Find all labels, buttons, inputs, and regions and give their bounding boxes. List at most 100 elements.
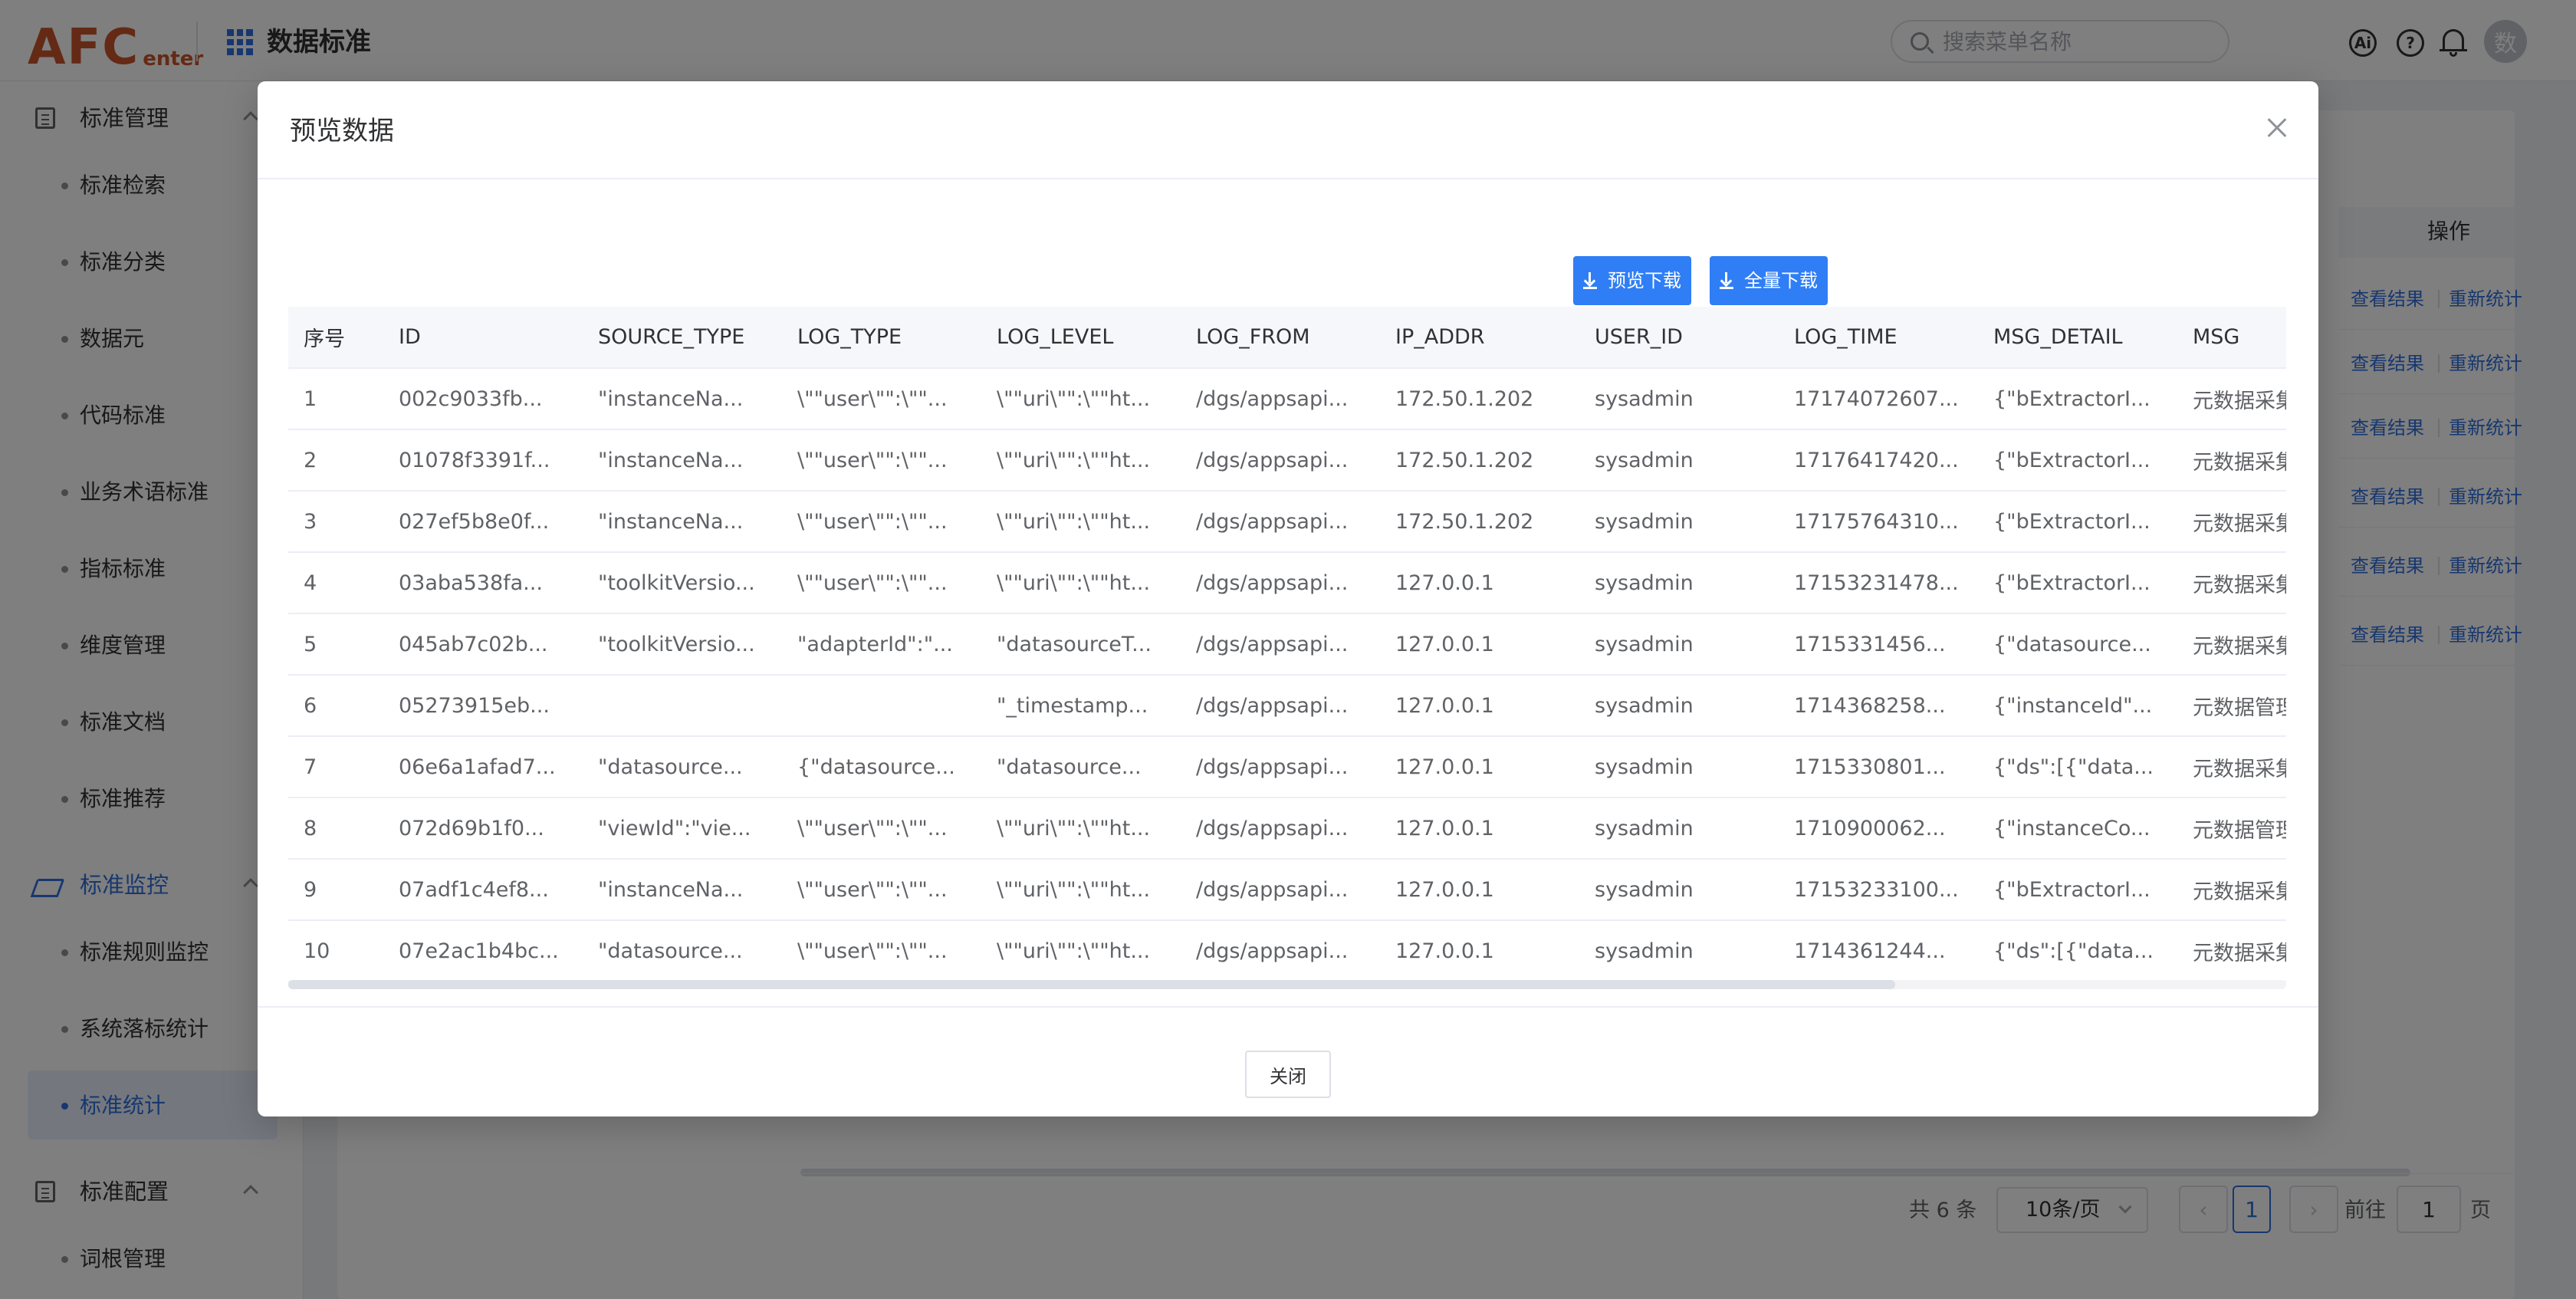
scrollbar-thumb[interactable] (288, 980, 1895, 989)
table-row[interactable]: 2 01078f3391f... "instanceNa... \""user\"":… (288, 429, 2286, 492)
table-cell: 4 (288, 552, 383, 614)
full-download-button[interactable]: 全量下载 (1710, 256, 1828, 305)
download-icon (1583, 272, 1597, 289)
table-cell: {"datasource... (782, 736, 981, 798)
full-download-label: 全量下载 (1744, 270, 1818, 291)
table-cell: /dgs/appsapi... (1181, 429, 1380, 492)
download-icon (1720, 272, 1733, 289)
preview-download-label: 预览下载 (1608, 270, 1681, 291)
table-cell: sysadmin (1579, 613, 1779, 676)
table-cell: /dgs/appsapi... (1181, 613, 1380, 676)
table-cell: /dgs/appsapi... (1181, 368, 1380, 430)
table-cell: /dgs/appsapi... (1181, 859, 1380, 921)
table-cell: \""uri\"":\""ht... (981, 368, 1181, 430)
table-cell: 7 (288, 736, 383, 798)
table-cell: sysadmin (1579, 429, 1779, 492)
table-cell: 1714361244... (1779, 920, 1978, 982)
table-cell: sysadmin (1579, 491, 1779, 553)
table-row[interactable]: 5 045ab7c02b... "toolkitVersio... "adapterI… (288, 613, 2286, 676)
table-cell: 17153231478... (1779, 552, 1978, 614)
table-cell: {"ds":[{"data... (1978, 736, 2177, 798)
table-row[interactable]: 3 027ef5b8e0f... "instanceNa... \""user\"":… (288, 491, 2286, 553)
table-cell (583, 675, 782, 737)
table-cell: sysadmin (1579, 859, 1779, 921)
table-row[interactable]: 10 07e2ac1b4bc... "datasource... \""user\""… (288, 920, 2286, 982)
preview-table: 序号 ID SOURCE_TYPE LOG_TYPE LOG_LEVEL LOG_FROM… (288, 307, 2286, 982)
table-cell: 127.0.0.1 (1380, 613, 1579, 676)
table-cell: {"bExtractorI... (1978, 429, 2177, 492)
table-cell: sysadmin (1579, 368, 1779, 430)
table-cell: 元数据采集 (2177, 491, 2286, 553)
preview-table-container[interactable]: 序号 ID SOURCE_TYPE LOG_TYPE LOG_LEVEL LOG_FROM… (288, 307, 2286, 988)
table-cell: 5 (288, 613, 383, 676)
table-cell: 172.50.1.202 (1380, 429, 1579, 492)
dialog-header: 预览数据 (258, 81, 2318, 179)
table-cell: /dgs/appsapi... (1181, 797, 1380, 860)
column-header: LOG_TYPE (782, 307, 981, 369)
table-cell: 127.0.0.1 (1380, 552, 1579, 614)
table-cell: 127.0.0.1 (1380, 736, 1579, 798)
close-button[interactable]: 关闭 (1245, 1051, 1331, 1098)
table-cell: "datasource... (583, 920, 782, 982)
close-icon[interactable] (2259, 109, 2297, 147)
table-cell: \""user\"":\""... (782, 491, 981, 553)
table-cell: 元数据管理 (2177, 675, 2286, 737)
table-cell: "instanceNa... (583, 859, 782, 921)
table-cell: 1 (288, 368, 383, 430)
table-cell: 17153233100... (1779, 859, 1978, 921)
table-row[interactable]: 7 06e6a1afad7... "datasource... {"datasourc… (288, 736, 2286, 798)
table-row[interactable]: 4 03aba538fa... "toolkitVersio... \""user\"… (288, 552, 2286, 614)
table-cell: 1715331456... (1779, 613, 1978, 676)
table-cell: 元数据采集 (2177, 920, 2286, 982)
table-cell: 01078f3391f... (383, 429, 583, 492)
dialog-title: 预览数据 (290, 116, 394, 146)
table-body: 1 002c9033fb... "instanceNa... \""user\"":\… (288, 368, 2286, 982)
preview-data-dialog: 预览数据 预览下载 全量下载 序号 ID SOURCE_TYPE LOG_TYPE LO… (258, 81, 2318, 1116)
table-cell: "viewId":"vie... (583, 797, 782, 860)
table-cell: 17175764310... (1779, 491, 1978, 553)
table-cell: 06e6a1afad7... (383, 736, 583, 798)
column-header: MSG_DETAIL (1978, 307, 2177, 369)
table-row[interactable]: 9 07adf1c4ef8... "instanceNa... \""user\"":… (288, 859, 2286, 921)
table-cell: {"bExtractorI... (1978, 491, 2177, 553)
column-header: LOG_FROM (1181, 307, 1380, 369)
preview-download-button[interactable]: 预览下载 (1573, 256, 1691, 305)
table-cell: {"instanceCo... (1978, 797, 2177, 860)
table-cell: 元数据采集 (2177, 429, 2286, 492)
table-cell: 05273915eb... (383, 675, 583, 737)
column-header: USER_ID (1579, 307, 1779, 369)
table-cell: 元数据采集 (2177, 368, 2286, 430)
table-cell: /dgs/appsapi... (1181, 736, 1380, 798)
table-cell: 6 (288, 675, 383, 737)
table-cell: 元数据采集 (2177, 552, 2286, 614)
table-cell: \""uri\"":\""ht... (981, 552, 1181, 614)
column-header: LOG_TIME (1779, 307, 1978, 369)
column-header: LOG_LEVEL (981, 307, 1181, 369)
table-cell: \""user\"":\""... (782, 920, 981, 982)
column-header: ID (383, 307, 583, 369)
table-cell: {"instanceId"... (1978, 675, 2177, 737)
table-cell: 3 (288, 491, 383, 553)
table-cell: 127.0.0.1 (1380, 859, 1579, 921)
table-cell: \""uri\"":\""ht... (981, 491, 1181, 553)
table-horizontal-scrollbar[interactable] (288, 980, 2286, 989)
table-cell: 1715330801... (1779, 736, 1978, 798)
table-header-row: 序号 ID SOURCE_TYPE LOG_TYPE LOG_LEVEL LOG_FROM… (288, 307, 2286, 369)
table-cell: 元数据管理 (2177, 797, 2286, 860)
table-cell: "datasource... (981, 736, 1181, 798)
table-cell: sysadmin (1579, 552, 1779, 614)
table-row[interactable]: 8 072d69b1f0... "viewId":"vie... \""user\""… (288, 797, 2286, 860)
table-cell: "datasource... (583, 736, 782, 798)
table-row[interactable]: 6 05273915eb... "_timestamp.../dgs/appsapi… (288, 675, 2286, 737)
table-cell: 1714368258... (1779, 675, 1978, 737)
table-cell (782, 675, 981, 737)
table-cell: 17176417420... (1779, 429, 1978, 492)
table-cell: sysadmin (1579, 920, 1779, 982)
table-cell: 07e2ac1b4bc... (383, 920, 583, 982)
table-cell: 07adf1c4ef8... (383, 859, 583, 921)
table-cell: "instanceNa... (583, 491, 782, 553)
table-cell: "toolkitVersio... (583, 552, 782, 614)
table-row[interactable]: 1 002c9033fb... "instanceNa... \""user\"":\… (288, 368, 2286, 430)
table-cell: 127.0.0.1 (1380, 920, 1579, 982)
table-cell: "toolkitVersio... (583, 613, 782, 676)
